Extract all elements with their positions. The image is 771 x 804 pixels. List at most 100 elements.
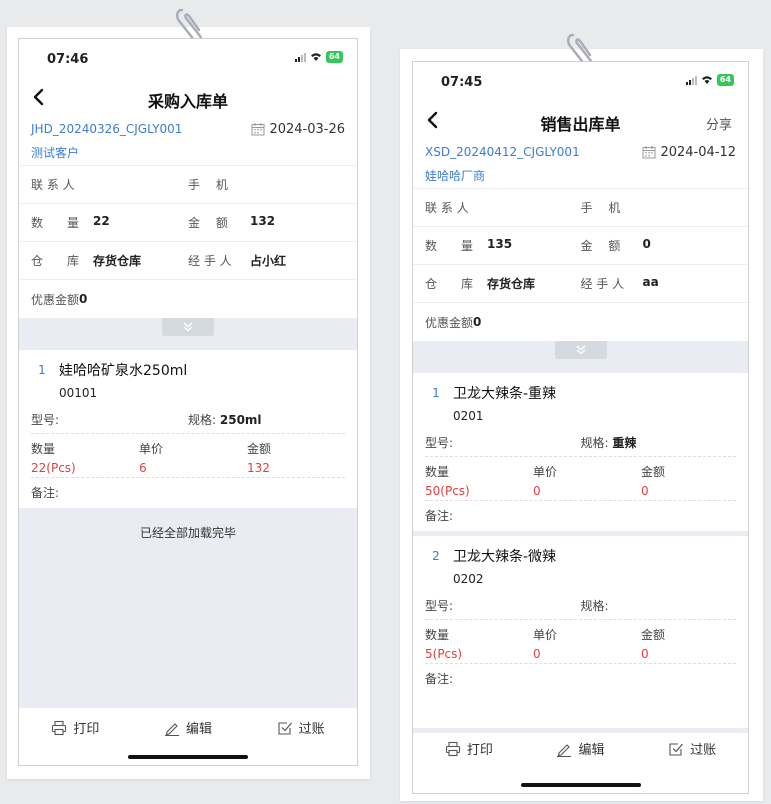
status-bar: 07:46 64 — [19, 39, 357, 79]
discount-label: 优惠金额 — [31, 292, 80, 307]
post-label: 过账 — [690, 743, 717, 758]
item-model-label: 型号: — [425, 599, 454, 613]
print-button[interactable]: 打印 — [51, 718, 99, 737]
order-date: 2024-04-12 — [642, 145, 736, 160]
item-model: 型号: — [425, 597, 581, 614]
expand-button[interactable] — [162, 318, 214, 336]
double-chevron-down-icon — [576, 345, 585, 355]
order-date-value: 2024-04-12 — [660, 144, 736, 160]
checkbox-icon — [669, 742, 684, 756]
item-index: 1 — [38, 363, 46, 377]
item-name: 娃哈哈矿泉水250ml — [59, 363, 188, 379]
nav-bar: 销售出库单 分享 — [413, 102, 748, 140]
item-price-value: 0 — [533, 647, 541, 661]
item-name: 卫龙大辣条-重辣 — [453, 386, 557, 402]
list-item[interactable]: 1 卫龙大辣条-重辣 0201 型号: 规格: 重辣 数量 50(Pcs) 单价 0 … — [413, 373, 748, 531]
contact-label: 联 系 人 — [425, 201, 469, 215]
list-item[interactable]: 2 卫龙大辣条-微辣 0202 型号: 规格: 数量 5(Pcs) 单价 0 金额 0 … — [413, 536, 748, 694]
expand-section — [413, 341, 748, 373]
item-model-label: 型号: — [425, 436, 454, 450]
item-qty-value: 50(Pcs) — [425, 484, 470, 498]
order-code-link[interactable]: JHD_20240326_CJGLY001 — [31, 122, 182, 136]
expand-section — [19, 318, 357, 350]
amount-value: 132 — [250, 214, 276, 228]
item-name: 卫龙大辣条-微辣 — [453, 549, 557, 565]
cellular-signal-icon — [294, 52, 306, 62]
quantity-value: 22 — [93, 214, 110, 228]
load-complete-area: 已经全部加载完毕 — [19, 508, 357, 708]
item-index: 2 — [432, 549, 440, 563]
item-model-label: 型号: — [31, 413, 60, 427]
share-button[interactable]: 分享 — [706, 114, 732, 133]
bottom-toolbar: 打印 编辑 过账 — [413, 728, 748, 793]
handler-value: aa — [642, 275, 659, 289]
item-price-label: 单价 — [533, 628, 558, 642]
calendar-icon — [251, 123, 265, 136]
printer-icon — [445, 741, 460, 756]
post-button[interactable]: 过账 — [668, 739, 716, 758]
item-note: 备注: — [425, 672, 454, 686]
amount-label: 金 额 — [188, 216, 228, 230]
print-button[interactable]: 打印 — [445, 739, 493, 758]
phone-label: 手 机 — [188, 178, 228, 192]
item-qty-label: 数量 — [31, 442, 56, 456]
item-code: 0201 — [453, 409, 484, 423]
nav-bar: 采购入库单 — [19, 79, 357, 117]
item-model: 型号: — [425, 434, 581, 451]
customer-name-link[interactable]: 娃哈哈厂商 — [425, 164, 736, 188]
discount-label: 优惠金额 — [425, 315, 474, 330]
page-title: 采购入库单 — [147, 92, 228, 111]
customer-name-link[interactable]: 测试客户 — [31, 141, 345, 165]
pencil-icon — [557, 743, 572, 757]
handler-value: 占小红 — [250, 254, 287, 268]
discount-value: 0 — [79, 292, 88, 306]
item-spec-label: 规格: — [188, 413, 217, 427]
item-spec: 规格: 重辣 — [581, 434, 637, 451]
post-label: 过账 — [298, 722, 325, 737]
post-button[interactable]: 过账 — [277, 718, 325, 737]
order-header: JHD_20240326_CJGLY001 2024-03-26 测试客户 — [19, 117, 357, 166]
double-chevron-down-icon — [183, 322, 193, 332]
item-amount-label: 金额 — [247, 442, 272, 456]
warehouse-row: 仓 库存货仓库 经 手 人 占小红 — [19, 242, 357, 280]
item-model: 型号: — [31, 411, 188, 428]
print-label: 打印 — [73, 722, 100, 737]
item-spec-value: 250ml — [219, 413, 262, 427]
item-spec: 规格: 250ml — [188, 411, 262, 428]
status-time: 07:46 — [47, 52, 89, 67]
cellular-signal-icon — [685, 75, 697, 85]
item-amount-label: 金额 — [641, 628, 666, 642]
item-spec-label: 规格: — [580, 599, 609, 613]
warehouse-value: 存货仓库 — [487, 277, 536, 291]
item-price-value: 0 — [533, 484, 541, 498]
item-code: 00101 — [59, 386, 98, 400]
print-label: 打印 — [466, 743, 493, 758]
expand-button[interactable] — [554, 341, 607, 359]
home-indicator — [128, 755, 248, 759]
wifi-icon — [310, 53, 321, 61]
home-indicator — [520, 783, 641, 787]
edit-label: 编辑 — [578, 743, 605, 758]
warehouse-label: 仓 库 — [31, 254, 80, 268]
edit-button[interactable]: 编辑 — [164, 718, 212, 737]
discount-value: 0 — [473, 315, 482, 329]
phone-screen-sales: 07:45 64 销售出库单 分享 XSD_20240412_CJGLY001 … — [412, 61, 749, 794]
bottom-toolbar: 打印 编辑 过账 — [19, 707, 357, 765]
order-code-link[interactable]: XSD_20240412_CJGLY001 — [425, 145, 580, 159]
list-item[interactable]: 1 娃哈哈矿泉水250ml 00101 型号: 规格: 250ml 数量 22(Pc… — [19, 350, 357, 508]
amount-label: 金 额 — [580, 239, 621, 253]
handler-label: 经 手 人 — [580, 277, 625, 291]
edit-button[interactable]: 编辑 — [556, 739, 604, 758]
printer-icon — [52, 720, 67, 735]
item-note: 备注: — [31, 486, 60, 500]
quantity-label: 数 量 — [31, 216, 80, 230]
item-amount-value: 0 — [641, 484, 649, 498]
phone-screen-purchase: 07:46 64 采购入库单 JHD_20240326_CJGLY001 202… — [18, 38, 358, 766]
item-price-label: 单价 — [533, 465, 558, 479]
load-complete-text: 已经全部加载完毕 — [139, 526, 236, 540]
phone-label: 手 机 — [580, 201, 621, 215]
item-note: 备注: — [425, 509, 454, 523]
status-time: 07:45 — [441, 75, 483, 90]
warehouse-row: 仓 库存货仓库 经 手 人 aa — [413, 265, 748, 303]
item-qty-label: 数量 — [425, 628, 450, 642]
